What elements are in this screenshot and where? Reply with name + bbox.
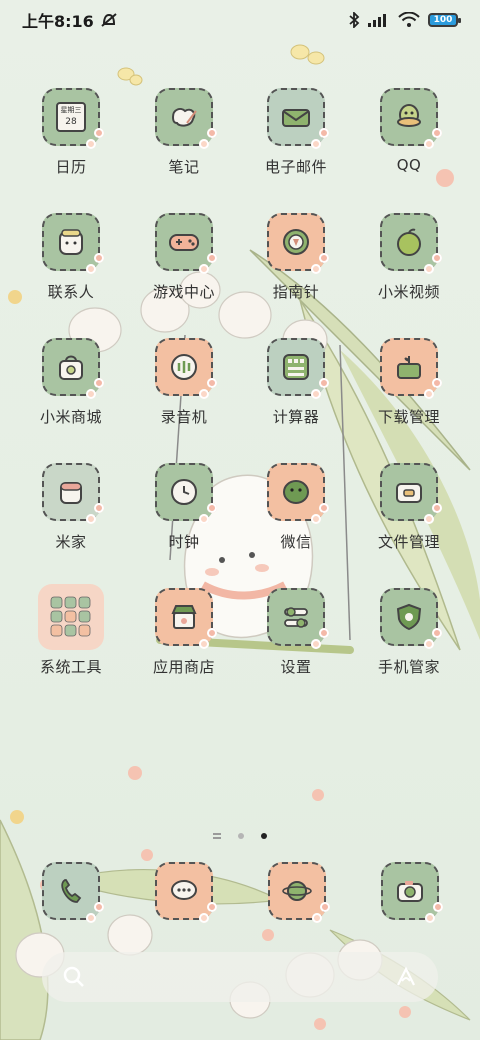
settings-icon — [267, 588, 329, 649]
home-device-icon — [42, 463, 104, 524]
app-label: 电子邮件 — [264, 158, 327, 176]
app-notes[interactable]: 笔记 — [129, 88, 239, 177]
download-icon — [380, 338, 442, 399]
app-label: 系统工具 — [39, 658, 102, 676]
app-app-store[interactable]: 应用商店 — [129, 588, 239, 677]
page-indicator[interactable] — [0, 825, 480, 844]
camera-icon[interactable] — [381, 862, 443, 923]
app-label: 设置 — [280, 658, 312, 676]
app-calendar[interactable]: 星期三 28 日历 — [16, 88, 126, 177]
app-mi-store[interactable]: 小米商城 — [16, 338, 126, 427]
phone-icon[interactable] — [42, 862, 104, 923]
app-mail[interactable]: 电子邮件 — [241, 88, 351, 177]
app-game-center[interactable]: 游戏中心 — [129, 213, 239, 302]
wechat-icon — [267, 463, 329, 524]
app-recorder[interactable]: 录音机 — [129, 338, 239, 427]
clock-text: 上午8:16 — [22, 12, 94, 31]
calendar-icon: 星期三 28 — [42, 88, 104, 149]
app-label: 微信 — [280, 533, 312, 551]
status-bar: 上午8:16 100 — [0, 0, 480, 40]
app-label: 计算器 — [272, 408, 320, 426]
menu-page-icon[interactable] — [212, 832, 221, 839]
shopping-bag-icon — [42, 338, 104, 399]
app-qq[interactable]: QQ — [354, 88, 464, 174]
app-label: 米家 — [55, 533, 87, 551]
bluetooth-icon — [349, 12, 360, 28]
battery-icon: 100 — [428, 13, 461, 27]
app-download-manager[interactable]: 下载管理 — [354, 338, 464, 427]
compass-icon — [267, 213, 329, 274]
app-label: 游戏中心 — [152, 283, 215, 301]
video-icon — [380, 213, 442, 274]
app-contacts[interactable]: 联系人 — [16, 213, 126, 302]
search-icon[interactable] — [62, 965, 86, 989]
app-label: 笔记 — [168, 158, 200, 176]
search-bar[interactable] — [42, 952, 438, 1002]
page-dot-active[interactable] — [261, 832, 268, 839]
signal-icon — [368, 14, 386, 27]
calendar-date: 28 — [65, 117, 77, 127]
app-mi-home[interactable]: 米家 — [16, 463, 126, 552]
folder-grid-icon — [38, 584, 104, 650]
app-label: 时钟 — [168, 533, 200, 551]
contacts-icon — [42, 213, 104, 274]
messages-icon[interactable] — [155, 862, 217, 923]
app-label: 小米视频 — [377, 283, 440, 301]
app-label: 录音机 — [160, 408, 208, 426]
app-file-manager[interactable]: 文件管理 — [354, 463, 464, 552]
folder-icon — [380, 463, 442, 524]
app-mi-video[interactable]: 小米视频 — [354, 213, 464, 302]
app-label: 文件管理 — [377, 533, 440, 551]
app-compass[interactable]: 指南针 — [241, 213, 351, 302]
mail-icon — [267, 88, 329, 149]
clock-icon — [155, 463, 217, 524]
alarm-off-icon — [101, 13, 117, 27]
app-phone-manager[interactable]: 手机管家 — [354, 588, 464, 677]
app-label: 日历 — [55, 158, 87, 176]
app-label: QQ — [396, 156, 422, 174]
ai-assistant-icon[interactable] — [394, 965, 418, 989]
shield-icon — [380, 588, 442, 649]
app-label: 应用商店 — [152, 658, 215, 676]
app-label: 联系人 — [47, 283, 95, 301]
calendar-weekday: 星期三 — [60, 106, 82, 114]
calculator-icon — [267, 338, 329, 399]
browser-icon[interactable] — [268, 862, 330, 923]
app-calculator[interactable]: 计算器 — [241, 338, 351, 427]
app-settings[interactable]: 设置 — [241, 588, 351, 677]
gamepad-icon — [155, 213, 217, 274]
app-label: 指南针 — [272, 283, 320, 301]
wifi-icon — [398, 12, 420, 27]
dock — [0, 862, 480, 923]
app-label: 小米商城 — [39, 408, 102, 426]
notes-icon — [155, 88, 217, 149]
page-dot[interactable] — [238, 832, 244, 839]
recorder-icon — [155, 338, 217, 399]
app-wechat[interactable]: 微信 — [241, 463, 351, 552]
store-icon — [155, 588, 217, 649]
app-clock[interactable]: 时钟 — [129, 463, 239, 552]
app-label: 下载管理 — [377, 408, 440, 426]
qq-icon — [380, 88, 442, 149]
app-system-tools-folder[interactable]: 系统工具 — [16, 584, 126, 677]
app-label: 手机管家 — [377, 658, 440, 676]
